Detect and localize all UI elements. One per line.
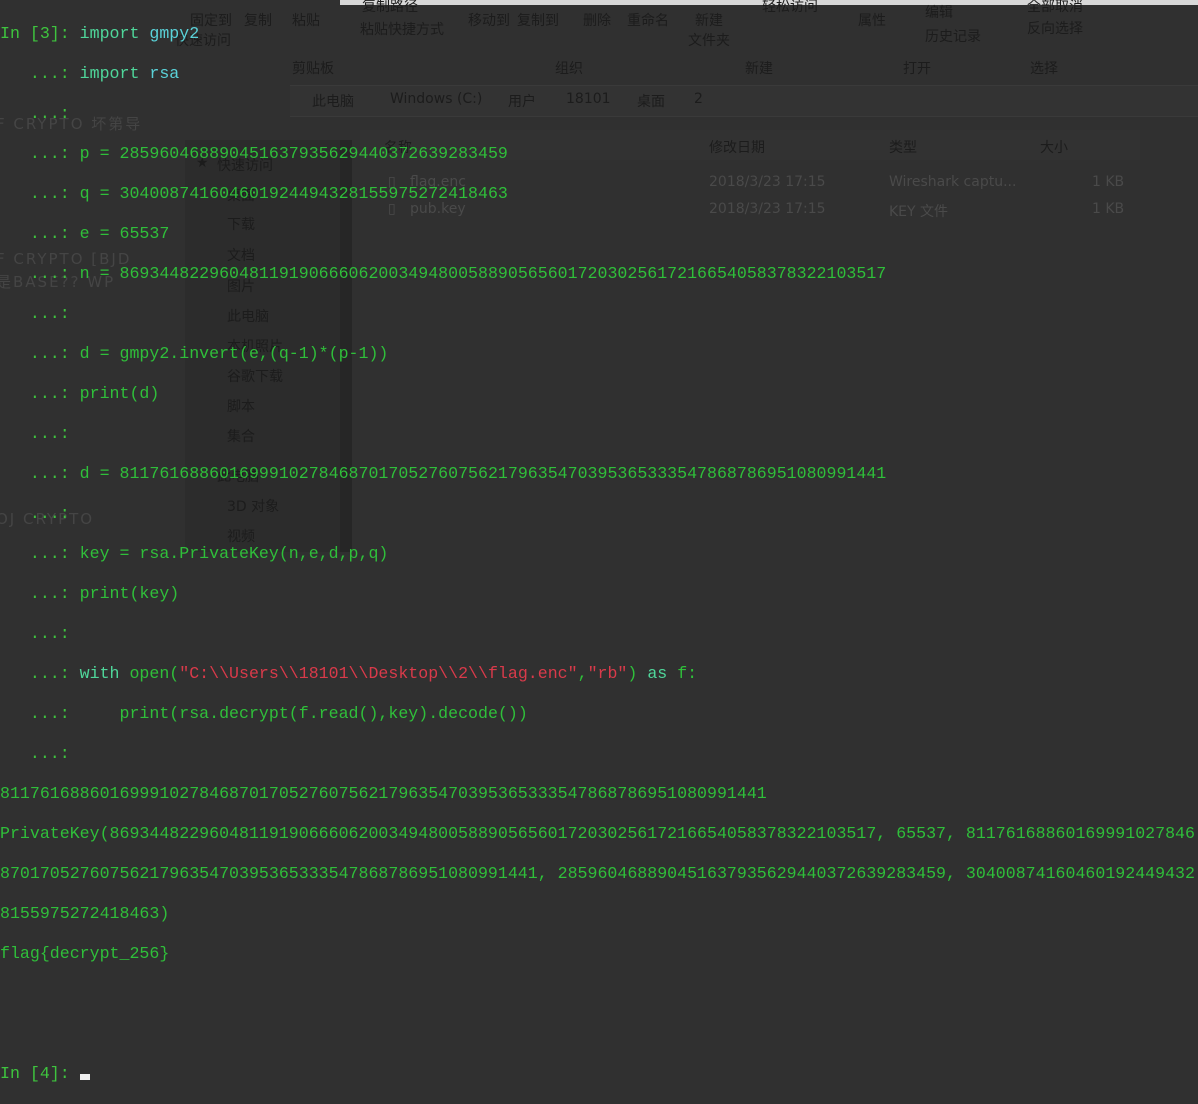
cont-prompt: ...:	[0, 504, 80, 523]
input-line: ...: e = 65537	[0, 224, 1195, 244]
code: p = 285960468890451637935629440372639283…	[79, 144, 508, 163]
input-line: ...:	[0, 424, 1195, 444]
cont-prompt: ...:	[0, 264, 80, 283]
keyword: import	[79, 64, 140, 83]
string-literal: "rb"	[587, 664, 628, 683]
cont-prompt: ...:	[0, 544, 80, 563]
input-line: In [3]: import gmpy2	[0, 24, 1195, 44]
cont-prompt: ...:	[0, 424, 80, 443]
cont-prompt: ...:	[0, 464, 80, 483]
input-line: In [4]:	[0, 1064, 1195, 1084]
code: )	[627, 664, 648, 683]
input-line: ...: print(rsa.decrypt(f.read(),key).dec…	[0, 704, 1195, 724]
cont-prompt: ...:	[0, 584, 80, 603]
output-line: 8117616886016999102784687017052760756217…	[0, 784, 767, 803]
cont-prompt: ...:	[0, 144, 80, 163]
output-line: PrivateKey(86934482296048119190666062003…	[0, 824, 1195, 843]
input-line: ...: n = 8693448229604811919066606200349…	[0, 264, 1195, 284]
code: print(rsa.decrypt(f.read(),key).decode()…	[79, 704, 528, 723]
cont-prompt: ...:	[0, 744, 80, 763]
input-line: ...: key = rsa.PrivateKey(n,e,d,p,q)	[0, 544, 1195, 564]
code: n = 869344822960481191906660620034948005…	[79, 264, 887, 283]
module-name: rsa	[149, 64, 180, 83]
input-line: ...:	[0, 104, 1195, 124]
cont-prompt: ...:	[0, 384, 80, 403]
input-prompt: In [4]:	[0, 1064, 80, 1083]
code: e = 65537	[79, 224, 170, 243]
output-line: 8701705276075621796354703953653335478687…	[0, 864, 1195, 883]
flag-output: flag{decrypt_256}	[0, 944, 170, 963]
code: ,	[577, 664, 588, 683]
input-line: ...:	[0, 504, 1195, 524]
input-line: ...: with open("C:\\Users\\18101\\Deskto…	[0, 664, 1195, 684]
code: d = 811761688601699910278468701705276075…	[79, 464, 887, 483]
cont-prompt: ...:	[0, 64, 80, 83]
ipython-terminal[interactable]: In [3]: import gmpy2 ...: import rsa ...…	[0, 4, 1195, 1104]
input-line: ...: print(key)	[0, 584, 1195, 604]
cont-prompt: ...:	[0, 184, 80, 203]
string-literal: "C:\\Users\\18101\\Desktop\\2\\flag.enc"	[179, 664, 578, 683]
input-line: ...:	[0, 624, 1195, 644]
input-line: ...: q = 3040087416046019244943281559752…	[0, 184, 1195, 204]
code: open(	[119, 664, 180, 683]
text-cursor	[79, 1074, 90, 1080]
cont-prompt: ...:	[0, 104, 80, 123]
code: print(key)	[79, 584, 180, 603]
keyword: with	[79, 664, 120, 683]
input-line: ...: p = 2859604688904516379356294403726…	[0, 144, 1195, 164]
code: print(d)	[79, 384, 160, 403]
code: f:	[667, 664, 698, 683]
input-line: ...: print(d)	[0, 384, 1195, 404]
cont-prompt: ...:	[0, 624, 80, 643]
code: d = gmpy2.invert(e,(q-1)*(p-1))	[79, 344, 389, 363]
cont-prompt: ...:	[0, 344, 80, 363]
module-name: gmpy2	[149, 24, 200, 43]
keyword: import	[79, 24, 140, 43]
cont-prompt: ...:	[0, 304, 80, 323]
input-line: ...: d = 8117616886016999102784687017052…	[0, 464, 1195, 484]
output-line: 8155975272418463)	[0, 904, 170, 923]
code: q = 304008741604601924494328155975272418…	[79, 184, 508, 203]
cont-prompt: ...:	[0, 224, 80, 243]
input-line: ...:	[0, 304, 1195, 324]
code: key = rsa.PrivateKey(n,e,d,p,q)	[79, 544, 389, 563]
input-line: ...: d = gmpy2.invert(e,(q-1)*(p-1))	[0, 344, 1195, 364]
input-line: ...:	[0, 744, 1195, 764]
keyword: as	[647, 664, 668, 683]
cont-prompt: ...:	[0, 704, 80, 723]
cont-prompt: ...:	[0, 664, 80, 683]
input-line: ...: import rsa	[0, 64, 1195, 84]
input-prompt: In [3]:	[0, 24, 80, 43]
